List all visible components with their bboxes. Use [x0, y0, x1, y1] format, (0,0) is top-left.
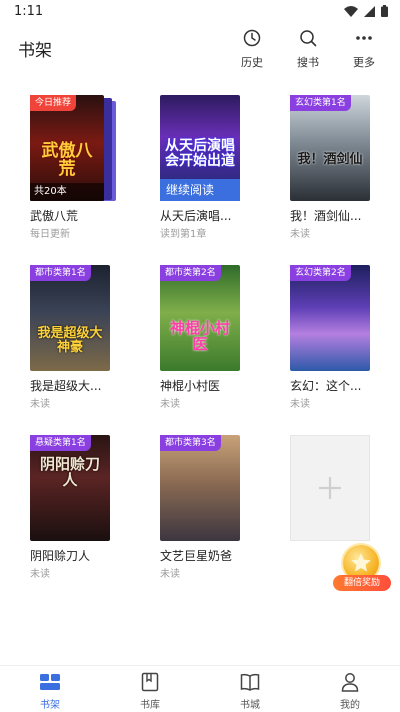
book-item[interactable]: 从天后演唱会开始出道 继续阅读 从天后演唱... 读到第1章 [160, 95, 260, 240]
history-label: 历史 [241, 56, 263, 69]
search-button[interactable]: 搜书 [292, 28, 324, 70]
search-icon [299, 28, 317, 48]
search-label: 搜书 [297, 56, 319, 69]
signal-icon [364, 5, 375, 17]
book-item[interactable]: 玄幻类第2名 玄幻：这个... 未读 [290, 265, 390, 410]
nav-bookstore[interactable]: 书城 [220, 672, 280, 711]
more-icon [355, 28, 373, 48]
cover-title: 神棍小村医 [169, 319, 230, 353]
book-item[interactable]: 阴阳赊刀人 悬疑类第1名 阴阳赊刀人 未读 [30, 435, 130, 580]
profile-icon [341, 672, 359, 692]
add-book-button[interactable] [290, 435, 370, 541]
book-cover: 阴阳赊刀人 悬疑类第1名 [30, 435, 112, 541]
book-item[interactable]: 武傲八荒 今日推荐 共20本 武傲八荒 每日更新 [30, 95, 130, 240]
book-cover: 神棍小村医 都市类第2名 [160, 265, 242, 371]
book-title: 我是超级大... [30, 379, 102, 393]
book-cover: 都市类第3名 [160, 435, 242, 541]
nav-label: 我的 [340, 700, 360, 711]
cover-footer: 共20本 [30, 183, 104, 201]
book-item[interactable]: 我！酒剑仙 玄幻类第1名 我！酒剑仙... 未读 [290, 95, 390, 240]
book-subtitle: 未读 [160, 399, 180, 410]
book-title: 我！酒剑仙... [290, 209, 362, 223]
book-badge: 玄幻类第2名 [290, 265, 351, 281]
cover-title: 武傲八荒 [41, 141, 93, 179]
more-button[interactable]: 更多 [348, 28, 380, 70]
book-cover: 我是超级大神豪 都市类第1名 [30, 265, 112, 371]
cover-title: 阴阳赊刀人 [39, 455, 100, 489]
bookshelf-icon [39, 672, 61, 692]
book-title: 从天后演唱... [160, 209, 232, 223]
wifi-icon [344, 5, 358, 17]
book-cover: 玄幻类第2名 [290, 265, 372, 371]
book-subtitle: 未读 [30, 399, 50, 410]
book-badge: 玄幻类第1名 [290, 95, 351, 111]
book-item[interactable]: 神棍小村医 都市类第2名 神棍小村医 未读 [160, 265, 260, 410]
reward-label: 翻倍奖励 [333, 575, 391, 591]
continue-reading-label: 继续阅读 [160, 179, 240, 201]
book-title: 阴阳赊刀人 [30, 549, 91, 563]
book-title: 玄幻：这个... [290, 379, 362, 393]
page-title: 书架 [18, 41, 52, 61]
book-badge: 都市类第2名 [160, 265, 221, 281]
book-title: 武傲八荒 [30, 209, 79, 223]
book-badge: 今日推荐 [30, 95, 77, 111]
book-badge: 都市类第3名 [160, 435, 221, 451]
history-button[interactable]: 历史 [236, 28, 268, 70]
book-subtitle: 未读 [290, 229, 310, 240]
nav-label: 书架 [40, 700, 60, 711]
nav-label: 书城 [240, 700, 260, 711]
bottom-nav: 书架 书库 书城 我的 [0, 665, 400, 712]
nav-bookshelf[interactable]: 书架 [20, 672, 80, 711]
book-item[interactable]: 我是超级大神豪 都市类第1名 我是超级大... 未读 [30, 265, 130, 410]
status-bar: 1:11 [0, 0, 400, 24]
nav-library[interactable]: 书库 [120, 672, 180, 711]
book-cover: 武傲八荒 今日推荐 共20本 [30, 95, 116, 201]
nav-label: 书库 [140, 700, 160, 711]
more-label: 更多 [353, 56, 375, 69]
cover-title: 我是超级大神豪 [37, 326, 103, 355]
book-badge: 悬疑类第1名 [30, 435, 91, 451]
plus-icon [319, 477, 341, 499]
book-subtitle: 读到第1章 [160, 229, 207, 240]
battery-icon [381, 5, 388, 17]
cover-title: 从天后演唱会开始出道 [165, 138, 235, 169]
book-cover: 从天后演唱会开始出道 继续阅读 [160, 95, 242, 201]
book-item[interactable]: 都市类第3名 文艺巨星奶爸 未读 [160, 435, 260, 580]
status-icons [344, 5, 388, 17]
library-icon [141, 672, 159, 692]
book-subtitle: 未读 [290, 399, 310, 410]
book-subtitle: 每日更新 [30, 229, 70, 240]
bookstore-icon [240, 672, 260, 692]
header-actions: 历史 搜书 更多 [236, 28, 380, 70]
reward-widget[interactable]: 翻倍奖励 [333, 545, 393, 595]
book-subtitle: 未读 [160, 569, 180, 580]
book-subtitle: 未读 [30, 569, 50, 580]
book-title: 神棍小村医 [160, 379, 221, 393]
book-badge: 都市类第1名 [30, 265, 91, 281]
book-title: 文艺巨星奶爸 [160, 549, 233, 563]
status-time: 1:11 [14, 4, 44, 19]
nav-profile[interactable]: 我的 [320, 672, 380, 711]
cover-title: 我！酒剑仙 [297, 152, 363, 167]
clock-icon [243, 28, 261, 48]
book-cover: 我！酒剑仙 玄幻类第1名 [290, 95, 372, 201]
